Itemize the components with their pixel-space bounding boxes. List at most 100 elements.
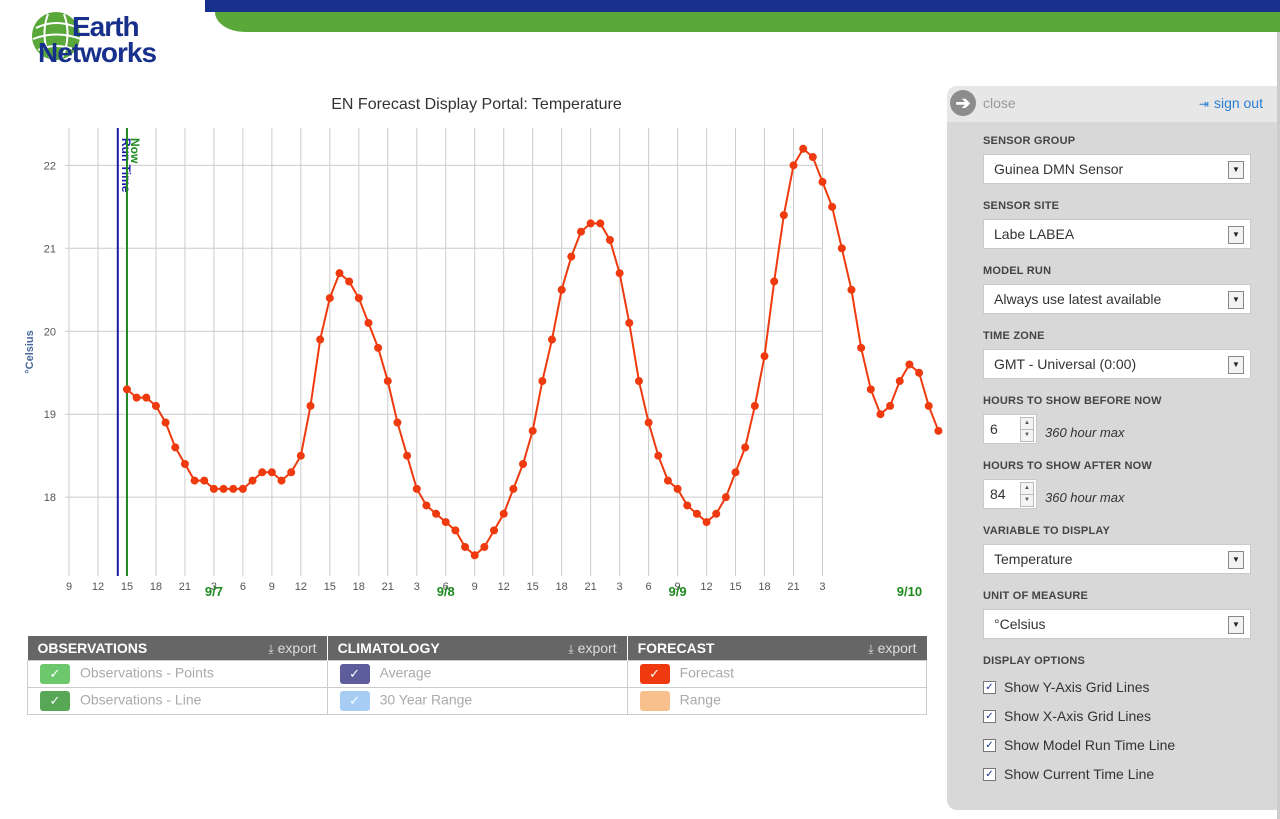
x-tick-label: 18 [758,581,770,593]
x-tick-label: 15 [527,581,539,593]
select-value: Guinea DMN Sensor [994,161,1124,177]
data-point [818,177,827,186]
variable-select[interactable]: Temperature ▼ [983,544,1251,574]
model-run-select[interactable]: Always use latest available ▼ [983,284,1251,314]
data-point [190,476,199,485]
sensor-group-select[interactable]: Guinea DMN Sensor ▼ [983,154,1251,184]
data-point [132,393,141,402]
download-icon: ⤓ [268,642,274,656]
chevron-down-icon: ▼ [1228,291,1244,309]
legend-label: Observations - Line [80,691,202,708]
climatology-export-link[interactable]: ⤓ export [568,640,616,657]
data-point [828,202,837,211]
logo-line2: Networks [38,37,157,68]
y-tick-label: 20 [44,326,56,338]
close-link[interactable]: close [983,95,1016,111]
legend-toggle-climatology-average[interactable]: ✓ Average [326,660,628,688]
observations-export-link[interactable]: ⤓ export [268,640,316,657]
data-point [470,551,479,560]
observations-header: OBSERVATIONS ⤓ export [27,636,328,661]
decrement-icon[interactable]: ▼ [1020,494,1034,507]
y-axis-label: °Celsius [24,330,36,374]
display-options-label: DISPLAY OPTIONS [983,655,1086,667]
data-point [721,493,730,502]
legend-label: Forecast [679,664,735,681]
check-icon: ✓ [339,691,370,711]
data-point [683,501,692,510]
checkbox-checked-icon: ✓ [983,709,996,723]
time-zone-select[interactable]: GMT - Universal (0:00) ▼ [983,349,1251,379]
x-tick-label: 21 [179,581,191,593]
data-point [403,451,412,460]
data-point [171,443,180,452]
data-point [180,460,189,468]
legend-toggle-observations-line[interactable]: ✓ Observations - Line [27,687,328,715]
y-tick-label: 22 [44,160,56,172]
chevron-down-icon: ▼ [1228,616,1244,634]
data-point [741,443,750,452]
decrement-icon[interactable]: ▼ [1020,429,1034,442]
sign-out-label: sign out [1213,95,1263,111]
data-point [779,211,788,220]
data-point [316,335,325,344]
hours-after-label: HOURS TO SHOW AFTER NOW [983,460,1152,472]
legend-toggle-climatology-range[interactable]: ✓ 30 Year Range [326,687,628,715]
data-point [857,343,866,352]
legend-toggle-observations-points[interactable]: ✓ Observations - Points [27,660,328,688]
data-point [548,335,556,344]
checkbox-label: Show Current Time Line [1004,766,1155,782]
data-point [915,368,924,377]
sign-out-link[interactable]: ⇥ sign out [1199,95,1263,111]
hours-before-max-note: 360 hour max [1045,425,1125,440]
x-tick-label: 21 [585,581,597,593]
data-point [383,377,392,386]
data-point [615,269,624,278]
data-point [296,451,305,460]
select-value: GMT - Universal (0:00) [994,356,1137,372]
legend-label: 30 Year Range [379,691,473,708]
legend-toggle-forecast-range[interactable]: Range [626,687,928,715]
checkbox-label: Show Model Run Time Line [1004,737,1176,753]
forecast-export-link[interactable]: ⤓ export [868,640,916,657]
x-tick-label: 18 [556,581,568,593]
data-point [866,385,875,394]
data-point [644,418,653,427]
data-point [161,418,170,427]
unit-select[interactable]: °Celsius ▼ [983,609,1251,639]
x-tick-label: 21 [787,581,799,593]
x-grid-checkbox[interactable]: ✓ Show X-Axis Grid Lines [983,708,1151,724]
y-grid-checkbox[interactable]: ✓ Show Y-Axis Grid Lines [983,679,1150,695]
hours-after-stepper[interactable]: 84 ▲ ▼ [983,479,1037,509]
header-green-band [215,12,1280,32]
select-value: Labe LABEA [994,226,1075,242]
data-point [760,352,769,361]
x-tick-label: 18 [150,581,162,593]
chevron-down-icon: ▼ [1228,226,1244,244]
stepper-value: 84 [990,486,1006,502]
chart-title: EN Forecast Display Portal: Temperature [331,96,622,113]
data-point [712,509,721,518]
data-point [934,426,943,435]
y-tick-label: 19 [44,409,56,421]
sign-out-icon: ⇥ [1198,97,1209,111]
legend-toggle-forecast[interactable]: ✓ Forecast [626,660,928,688]
settings-panel: ➔ close ⇥ sign out SENSOR GROUP Guinea DM… [947,86,1277,810]
arrow-right-icon[interactable]: ➔ [950,90,976,116]
chevron-down-icon: ▼ [1228,551,1244,569]
data-point [412,484,421,493]
hours-before-stepper[interactable]: 6 ▲ ▼ [983,414,1037,444]
check-icon: ✓ [40,664,70,684]
check-icon: ✓ [40,691,70,711]
x-tick-label: 3 [819,581,825,593]
checkbox-checked-icon: ✓ [983,680,996,694]
data-point [799,144,808,153]
data-point [905,360,914,369]
data-point [663,476,672,485]
data-point [702,518,711,527]
data-point [325,294,334,303]
current-time-line-checkbox[interactable]: ✓ Show Current Time Line [983,766,1154,782]
sensor-site-select[interactable]: Labe LABEA ▼ [983,219,1251,249]
data-point [596,219,605,228]
export-label: export [277,640,317,656]
model-run-line-checkbox[interactable]: ✓ Show Model Run Time Line [983,737,1175,753]
